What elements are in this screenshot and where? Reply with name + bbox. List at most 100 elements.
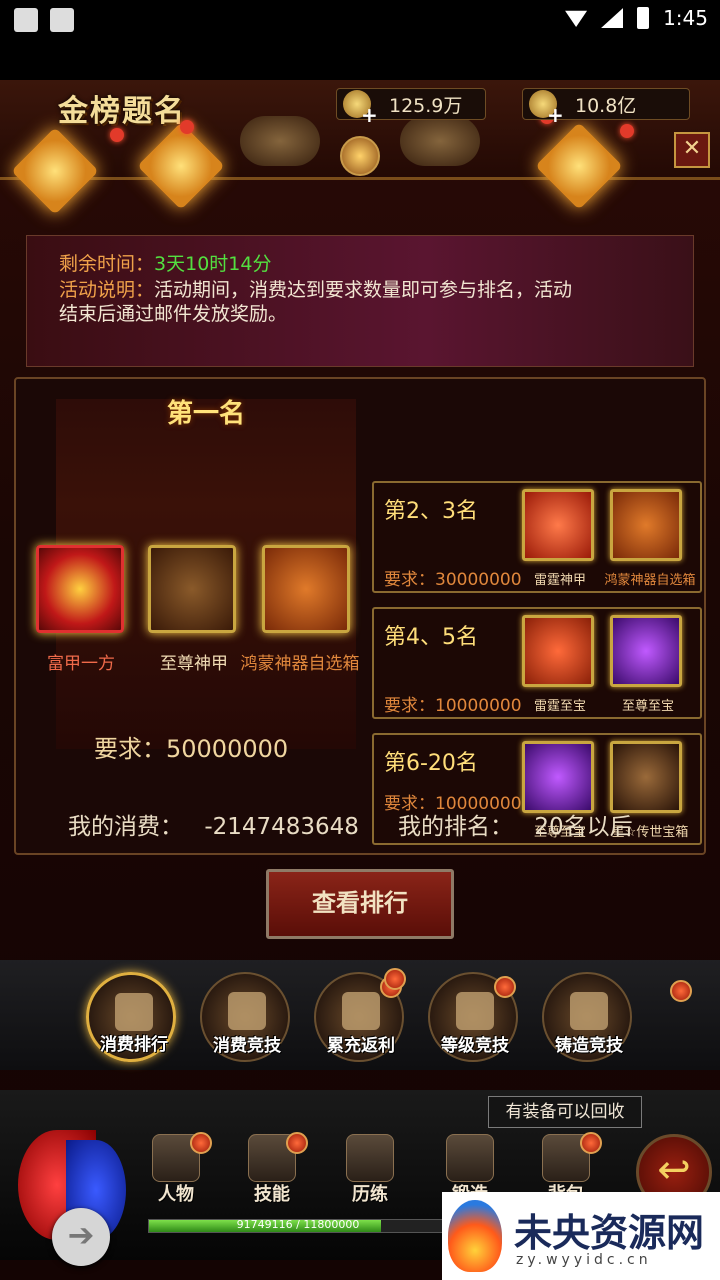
flame-logo-icon (448, 1200, 502, 1272)
view-ranking-button[interactable]: 查看排行 (266, 869, 454, 939)
nav-training[interactable]: 历练 (330, 1128, 410, 1208)
hammer-icon (570, 992, 608, 1030)
app-notification-icon (50, 8, 74, 32)
first-place-requirement: 要求：50000000 (94, 735, 289, 763)
rank-tier-2-3: 第2、3名 要求：30000000 雷霆神甲 鸿蒙神器自选箱 (372, 481, 702, 593)
arrow-right-icon: ➔ (67, 1216, 95, 1254)
add-icon[interactable]: + (361, 103, 378, 127)
tab-label: 等级竞技 (441, 1036, 509, 1056)
signal-icon (601, 8, 624, 28)
tab-spend-arena[interactable]: 消费竞技 (200, 972, 290, 1062)
nav-label: 历练 (352, 1184, 388, 1205)
battery-icon (637, 7, 650, 29)
status-bar: 1:45 (0, 0, 720, 40)
watermark: 未央资源网 zy.wyyidc.cn (442, 1192, 720, 1280)
clock: 1:45 (663, 6, 708, 30)
page-title: 金榜题名 (58, 94, 186, 129)
item-label: 鸿蒙神器自选箱 (604, 573, 696, 588)
training-icon (346, 1134, 394, 1182)
gallery-notification-icon (14, 8, 38, 32)
rank-requirement: 要求：30000000 (384, 570, 522, 590)
nav-label: 人物 (158, 1184, 194, 1205)
watermark-url: zy.wyyidc.cn (516, 1252, 652, 1268)
return-arrow-icon: ↩ (657, 1147, 691, 1193)
notification-dot-icon (384, 968, 406, 990)
lantern-icon (535, 122, 623, 210)
currency-gold-value: 10.8亿 (575, 94, 637, 117)
nav-character[interactable]: 人物 (136, 1128, 216, 1208)
description-label: 活动说明： (59, 279, 155, 301)
activity-tab-bar: 消费排行 消费竞技 累充返利 等级竞技 铸造竞技 (0, 960, 720, 1070)
my-spend-value: -2147483648 (204, 814, 359, 840)
rank-title: 第4、5名 (384, 625, 478, 650)
my-spend: 我的消费： -2147483648 (68, 807, 359, 841)
nav-label: 技能 (254, 1184, 290, 1205)
blossom-icon (620, 124, 634, 138)
item-label: 至尊至宝 (621, 699, 674, 714)
currency-gold[interactable]: + 10.8亿 (522, 88, 690, 127)
chest-icon (115, 993, 153, 1031)
tab-label: 消费排行 (100, 1035, 168, 1055)
crossed-blades-icon (456, 992, 494, 1030)
close-button[interactable]: ✕ (674, 132, 710, 168)
currency-silver-value: 125.9万 (389, 94, 463, 117)
first-place-title: 第一名 (166, 399, 245, 429)
notification-dot-icon (286, 1132, 308, 1154)
item-label: 雷霆神甲 (533, 573, 586, 588)
reward-item-xing-chest[interactable] (610, 741, 682, 813)
reward-item-leiting-treasure[interactable] (522, 615, 594, 687)
tab-label: 累充返利 (327, 1036, 395, 1056)
watermark-title: 未央资源网 (514, 1210, 705, 1255)
floating-forward-button[interactable]: ➔ (52, 1208, 110, 1266)
reward-item-hongmeng-chest[interactable] (262, 545, 350, 633)
recycle-tip[interactable]: 有装备可以回收 (488, 1096, 642, 1128)
rank-title: 第6-20名 (384, 751, 478, 776)
reward-item-hongmeng-chest[interactable] (610, 489, 682, 561)
notification-dot-icon (190, 1132, 212, 1154)
item-label: 雷霆至宝 (533, 699, 586, 714)
exp-text: 91749116 / 11800000 (236, 1218, 360, 1231)
lantern-icon (11, 127, 99, 215)
rank-tier-4-5: 第4、5名 要求：10000000 雷霆至宝 至尊至宝 (372, 607, 702, 719)
rank-requirement: 要求：10000000 (384, 696, 522, 716)
notification-dot-icon (580, 1132, 602, 1154)
wifi-icon (565, 10, 588, 27)
add-icon[interactable]: + (547, 103, 564, 127)
currency-silver[interactable]: + 125.9万 (336, 88, 486, 127)
tab-forge-arena[interactable]: 铸造竞技 (542, 972, 632, 1062)
description-line-1: 活动期间，消费达到要求数量即可参与排名，活动 (154, 279, 573, 301)
tab-label: 消费竞技 (213, 1036, 281, 1056)
lantern-icon (137, 122, 225, 210)
reward-item-zhizun-treasure[interactable] (522, 741, 594, 813)
flame-emblem-icon (340, 136, 380, 176)
reward-panel: 第一名 富甲一方 至尊神甲 鸿蒙神器自选箱 要求：50000000 第2、3名 … (14, 377, 706, 855)
reward-item-leiting-armor[interactable] (522, 489, 594, 561)
nav-skills[interactable]: 技能 (232, 1128, 312, 1208)
my-spend-label: 我的消费： (68, 814, 183, 840)
item-label: 鸿蒙神器自选箱 (240, 654, 360, 674)
remaining-time-value: 3天10时14分 (154, 253, 272, 275)
tab-level-arena[interactable]: 等级竞技 (428, 972, 518, 1062)
notification-dot-icon (494, 976, 516, 998)
my-rank-value: 20名以后 (534, 814, 633, 840)
reward-item-zhizun-treasure[interactable] (610, 615, 682, 687)
blossom-icon (110, 128, 124, 142)
crossed-swords-icon (228, 992, 266, 1030)
my-rank-label: 我的排名： (398, 814, 513, 840)
anvil-icon (446, 1134, 494, 1182)
blossom-icon (180, 120, 194, 134)
activity-info-panel: 剩余时间：3天10时14分 活动说明：活动期间，消费达到要求数量即可参与排名，活… (26, 235, 694, 367)
item-label: 富甲一方 (47, 654, 115, 674)
reward-item-fujiayifang[interactable] (36, 545, 124, 633)
item-label: 至尊神甲 (160, 654, 228, 674)
header-bar: 金榜题名 + 125.9万 + 10.8亿 ✕ (0, 80, 720, 215)
description-line-2: 结束后通过邮件发放奖励。 (59, 303, 288, 325)
tab-label: 铸造竞技 (555, 1036, 623, 1056)
reward-item-zhizun-armor[interactable] (148, 545, 236, 633)
notification-dot-icon (670, 980, 692, 1002)
money-bag-icon (342, 992, 380, 1030)
dragon-ornament-icon (240, 116, 320, 166)
rank-title: 第2、3名 (384, 499, 478, 524)
remaining-time-label: 剩余时间： (59, 253, 155, 275)
tab-spend-ranking[interactable]: 消费排行 (86, 972, 176, 1062)
